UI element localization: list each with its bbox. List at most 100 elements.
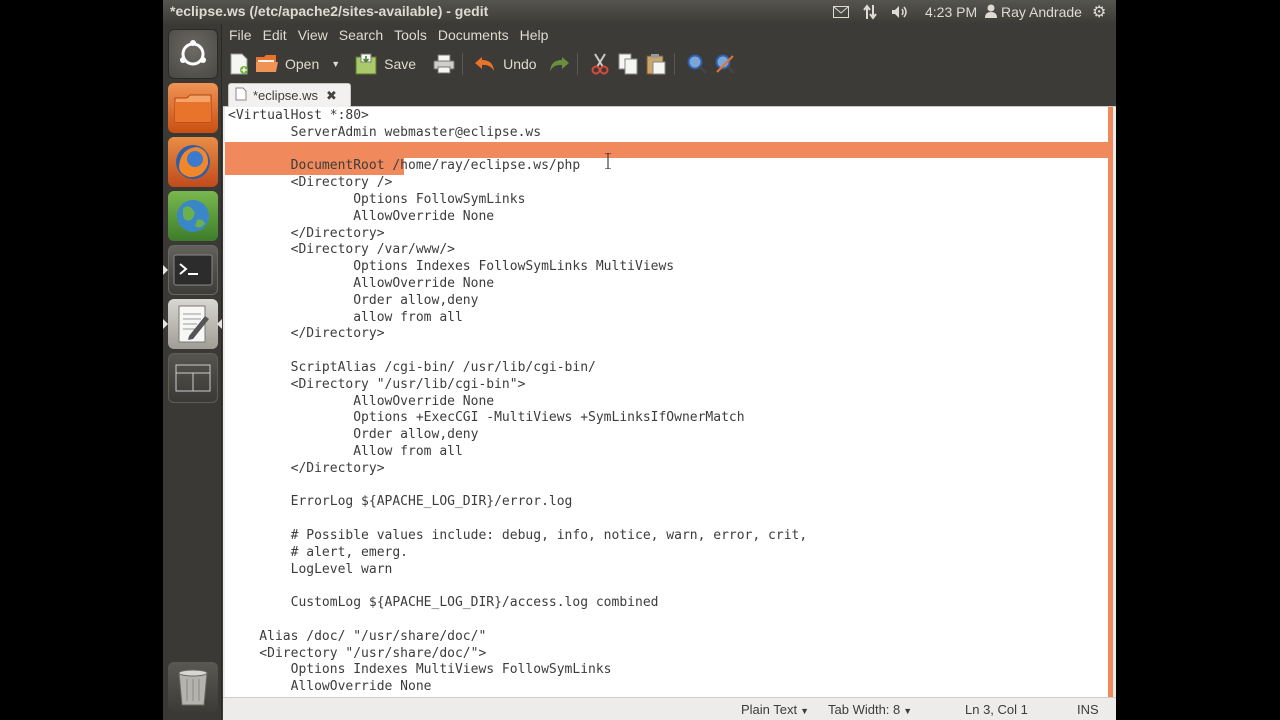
menu-help[interactable]: Help xyxy=(514,27,554,43)
language-selector[interactable]: Plain Text ▼ xyxy=(741,702,809,717)
code-line[interactable]: AllowOverride None xyxy=(228,394,807,411)
print-icon xyxy=(432,52,456,76)
menu-view[interactable]: View xyxy=(292,27,333,43)
code-line[interactable]: AllowOverride None xyxy=(228,209,807,226)
code-line[interactable]: AllowOverride None xyxy=(228,276,807,293)
copy-button[interactable] xyxy=(616,49,640,79)
copy-icon xyxy=(616,52,640,76)
clock[interactable]: 4:23 PM xyxy=(925,2,977,22)
code-line[interactable]: LogLevel warn xyxy=(228,562,807,579)
code-line[interactable]: ScriptAlias /cgi-bin/ /usr/lib/cgi-bin/ xyxy=(228,360,807,377)
user-name: Ray Andrade xyxy=(1001,4,1082,20)
mail-icon[interactable] xyxy=(833,2,851,22)
save-button[interactable]: Save xyxy=(354,49,422,79)
new-document-button[interactable] xyxy=(227,49,251,79)
volume-icon[interactable] xyxy=(891,2,911,22)
find-button[interactable] xyxy=(685,49,709,79)
tab-width-selector[interactable]: Tab Width: 8 ▼ xyxy=(828,702,912,717)
code-line[interactable]: allow from all xyxy=(228,310,807,327)
code-line[interactable] xyxy=(228,478,807,495)
code-line[interactable]: Options Indexes MultiViews FollowSymLink… xyxy=(228,662,807,679)
gedit-window: File Edit View Search Tools Documents He… xyxy=(223,24,1116,720)
code-line[interactable]: Order allow,deny xyxy=(228,427,807,444)
code-line[interactable]: <Directory "/usr/lib/cgi-bin"> xyxy=(228,377,807,394)
tab-width-label: Tab Width: 8 xyxy=(828,702,901,717)
cut-button[interactable] xyxy=(588,49,612,79)
folder-open-icon xyxy=(255,52,279,76)
firefox-icon[interactable] xyxy=(168,137,218,187)
print-button[interactable] xyxy=(432,49,456,79)
network-icon[interactable] xyxy=(863,2,879,22)
redo-icon xyxy=(547,52,571,76)
code-line[interactable]: ServerAdmin webmaster@eclipse.ws xyxy=(228,125,807,142)
code-line[interactable]: </Directory> xyxy=(228,461,807,478)
trash-icon[interactable] xyxy=(168,662,218,712)
code-line[interactable]: <VirtualHost *:80> xyxy=(228,108,807,125)
web-browser-icon[interactable] xyxy=(168,191,218,241)
user-icon xyxy=(985,4,997,21)
code-line[interactable] xyxy=(228,578,807,595)
tab-label: *eclipse.ws xyxy=(253,88,319,103)
save-icon xyxy=(354,52,378,76)
menu-edit[interactable]: Edit xyxy=(257,27,292,43)
code-line[interactable] xyxy=(228,511,807,528)
find-replace-icon xyxy=(713,52,737,76)
scrollbar[interactable] xyxy=(1108,107,1113,697)
desktop-screen: *eclipse.ws (/etc/apache2/sites-availabl… xyxy=(163,0,1116,720)
code-line[interactable]: AllowOverride None xyxy=(228,679,807,696)
code-line[interactable]: CustomLog ${APACHE_LOG_DIR}/access.log c… xyxy=(228,595,807,612)
gear-icon[interactable]: ⚙ xyxy=(1092,2,1110,22)
code-line[interactable] xyxy=(228,612,807,629)
text-editor[interactable]: <VirtualHost *:80> ServerAdmin webmaster… xyxy=(225,107,1113,697)
ibeam-cursor-icon xyxy=(605,153,611,169)
code-line[interactable]: ErrorLog ${APACHE_LOG_DIR}/error.log xyxy=(228,494,807,511)
code-line[interactable]: <Directory /var/www/> xyxy=(228,242,807,259)
paste-button[interactable] xyxy=(644,49,668,79)
menu-tools[interactable]: Tools xyxy=(388,27,432,43)
code-line[interactable]: <Directory /> xyxy=(228,175,807,192)
cursor-position: Ln 3, Col 1 xyxy=(965,702,1028,717)
code-line[interactable]: DocumentRoot /home/ray/eclipse.ws/php xyxy=(228,158,807,175)
language-label: Plain Text xyxy=(741,702,798,717)
menu-documents[interactable]: Documents xyxy=(432,27,514,43)
terminal-icon[interactable] xyxy=(168,245,218,295)
menubar: File Edit View Search Tools Documents He… xyxy=(223,24,1116,46)
open-dropdown-icon[interactable]: ▼ xyxy=(331,59,340,69)
toolbar-separator xyxy=(673,53,675,75)
save-label: Save xyxy=(384,56,417,72)
close-icon[interactable]: ✖ xyxy=(326,88,337,104)
code-line[interactable]: Options FollowSymLinks xyxy=(228,192,807,209)
code-content[interactable]: <VirtualHost *:80> ServerAdmin webmaster… xyxy=(228,108,807,696)
cut-icon xyxy=(588,52,612,76)
ubuntu-home-icon[interactable] xyxy=(168,29,218,79)
code-line[interactable] xyxy=(228,142,807,159)
code-line[interactable]: Alias /doc/ "/usr/share/doc/" xyxy=(228,629,807,646)
paste-icon xyxy=(644,52,668,76)
menu-search[interactable]: Search xyxy=(333,27,388,43)
open-button[interactable]: Open ▼ xyxy=(255,49,340,79)
code-line[interactable]: <Directory "/usr/share/doc/"> xyxy=(228,646,807,663)
code-line[interactable]: # alert, emerg. xyxy=(228,545,807,562)
code-line[interactable] xyxy=(228,343,807,360)
top-panel: *eclipse.ws (/etc/apache2/sites-availabl… xyxy=(163,0,1116,24)
menu-file[interactable]: File xyxy=(223,27,257,43)
undo-icon xyxy=(473,52,497,76)
undo-button[interactable]: Undo xyxy=(473,49,542,79)
user-menu[interactable]: Ray Andrade xyxy=(985,2,1082,22)
code-line[interactable]: </Directory> xyxy=(228,226,807,243)
files-icon[interactable] xyxy=(168,83,218,133)
redo-button[interactable] xyxy=(547,49,571,79)
workspace-switcher-icon[interactable] xyxy=(168,353,218,403)
code-line[interactable]: Allow from all xyxy=(228,444,807,461)
code-line[interactable]: # Possible values include: debug, info, … xyxy=(228,528,808,545)
code-line[interactable]: Options +ExecCGI -MultiViews +SymLinksIf… xyxy=(228,410,807,427)
launcher xyxy=(163,24,222,720)
statusbar: Plain Text ▼ Tab Width: 8 ▼ Ln 3, Col 1 IN… xyxy=(223,697,1116,720)
document-icon xyxy=(235,87,247,104)
code-line[interactable]: Order allow,deny xyxy=(228,293,807,310)
gedit-icon[interactable] xyxy=(168,299,218,349)
find-replace-button[interactable] xyxy=(713,49,737,79)
code-line[interactable]: Options Indexes FollowSymLinks MultiView… xyxy=(228,259,807,276)
tab-eclipse-ws[interactable]: *eclipse.ws ✖ xyxy=(228,83,351,107)
code-line[interactable]: </Directory> xyxy=(228,326,807,343)
